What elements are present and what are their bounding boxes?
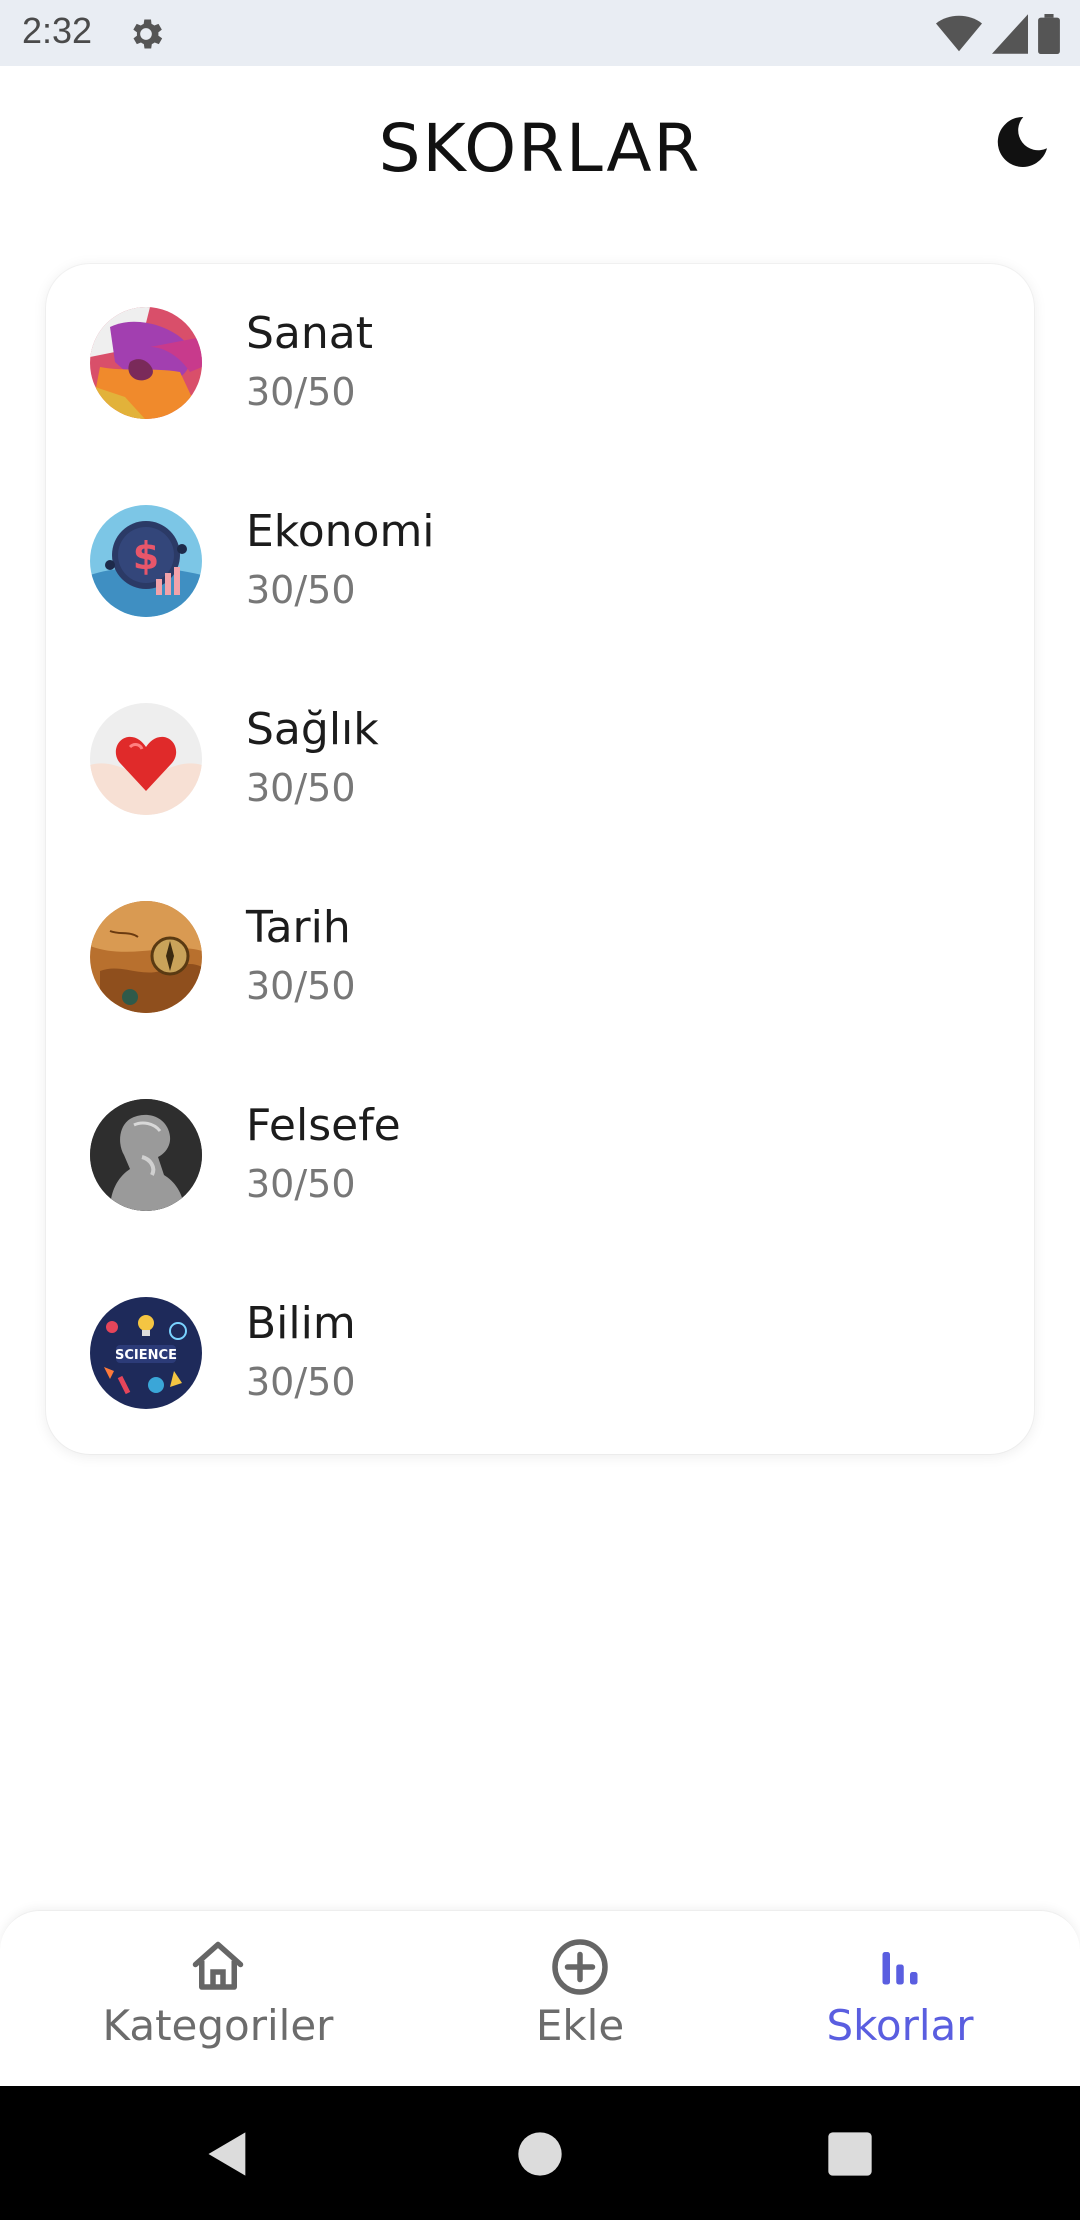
back-icon[interactable]: [202, 2128, 254, 2180]
science-image: SCIENCE: [90, 1297, 202, 1409]
svg-text:$: $: [133, 534, 159, 578]
battery-icon: [1038, 14, 1060, 54]
signal-icon: [992, 14, 1028, 54]
score-row-tarih[interactable]: Tarih 30/50: [46, 858, 1034, 1056]
scores-card: Sanat 30/50 $ Ekonomi 30/50 Sağlık 30/50…: [46, 264, 1034, 1454]
add-circle-icon: [552, 1939, 608, 1995]
economy-image: $: [90, 505, 202, 617]
bar-chart-icon: [882, 1952, 918, 1985]
nav-label: Skorlar: [826, 2001, 974, 2050]
nav-label: Kategoriler: [102, 2001, 334, 2050]
category-name: Ekonomi: [246, 506, 435, 557]
category-score: 30/50: [246, 964, 356, 1008]
category-name: Felsefe: [246, 1100, 401, 1151]
category-score: 30/50: [246, 568, 356, 612]
category-name: Tarih: [246, 902, 351, 953]
score-row-bilim[interactable]: SCIENCE Bilim 30/50: [46, 1254, 1034, 1452]
recents-icon[interactable]: [824, 2128, 876, 2180]
home-button-icon[interactable]: [514, 2128, 566, 2180]
philosophy-image: [90, 1099, 202, 1211]
status-time: 2:32: [22, 10, 93, 51]
nav-label: Ekle: [535, 2001, 625, 2050]
nav-item-ekle[interactable]: Ekle: [480, 1937, 680, 2067]
nav-item-kategoriler[interactable]: Kategoriler: [98, 1937, 338, 2067]
status-bar: 2:32: [0, 0, 1080, 66]
category-score: 30/50: [246, 370, 356, 414]
category-score: 30/50: [246, 1360, 356, 1404]
system-nav-bar: [0, 2086, 1080, 2220]
history-image: [90, 901, 202, 1013]
wifi-icon: [936, 15, 982, 52]
bottom-nav: Kategoriler Ekle Skorlar: [0, 1910, 1080, 2086]
category-score: 30/50: [246, 766, 356, 810]
settings-icon: [133, 19, 163, 49]
score-row-felsefe[interactable]: Felsefe 30/50: [46, 1056, 1034, 1254]
category-name: Sağlık: [246, 704, 379, 755]
category-score: 30/50: [246, 1162, 356, 1206]
score-row-sanat[interactable]: Sanat 30/50: [46, 264, 1034, 462]
status-indicators: [936, 12, 1060, 56]
category-name: Sanat: [246, 308, 373, 359]
app-header: SKORLAR: [0, 66, 1080, 226]
home-icon: [192, 1941, 244, 1990]
art-image: [90, 307, 202, 419]
score-row-ekonomi[interactable]: $ Ekonomi 30/50: [46, 462, 1034, 660]
moon-icon[interactable]: [992, 112, 1052, 172]
score-row-saglik[interactable]: Sağlık 30/50: [46, 660, 1034, 858]
page-title: SKORLAR: [378, 110, 702, 187]
nav-item-skorlar[interactable]: Skorlar: [800, 1937, 1000, 2067]
svg-text:SCIENCE: SCIENCE: [115, 1348, 177, 1363]
health-image: [90, 703, 202, 815]
category-name: Bilim: [246, 1298, 356, 1349]
